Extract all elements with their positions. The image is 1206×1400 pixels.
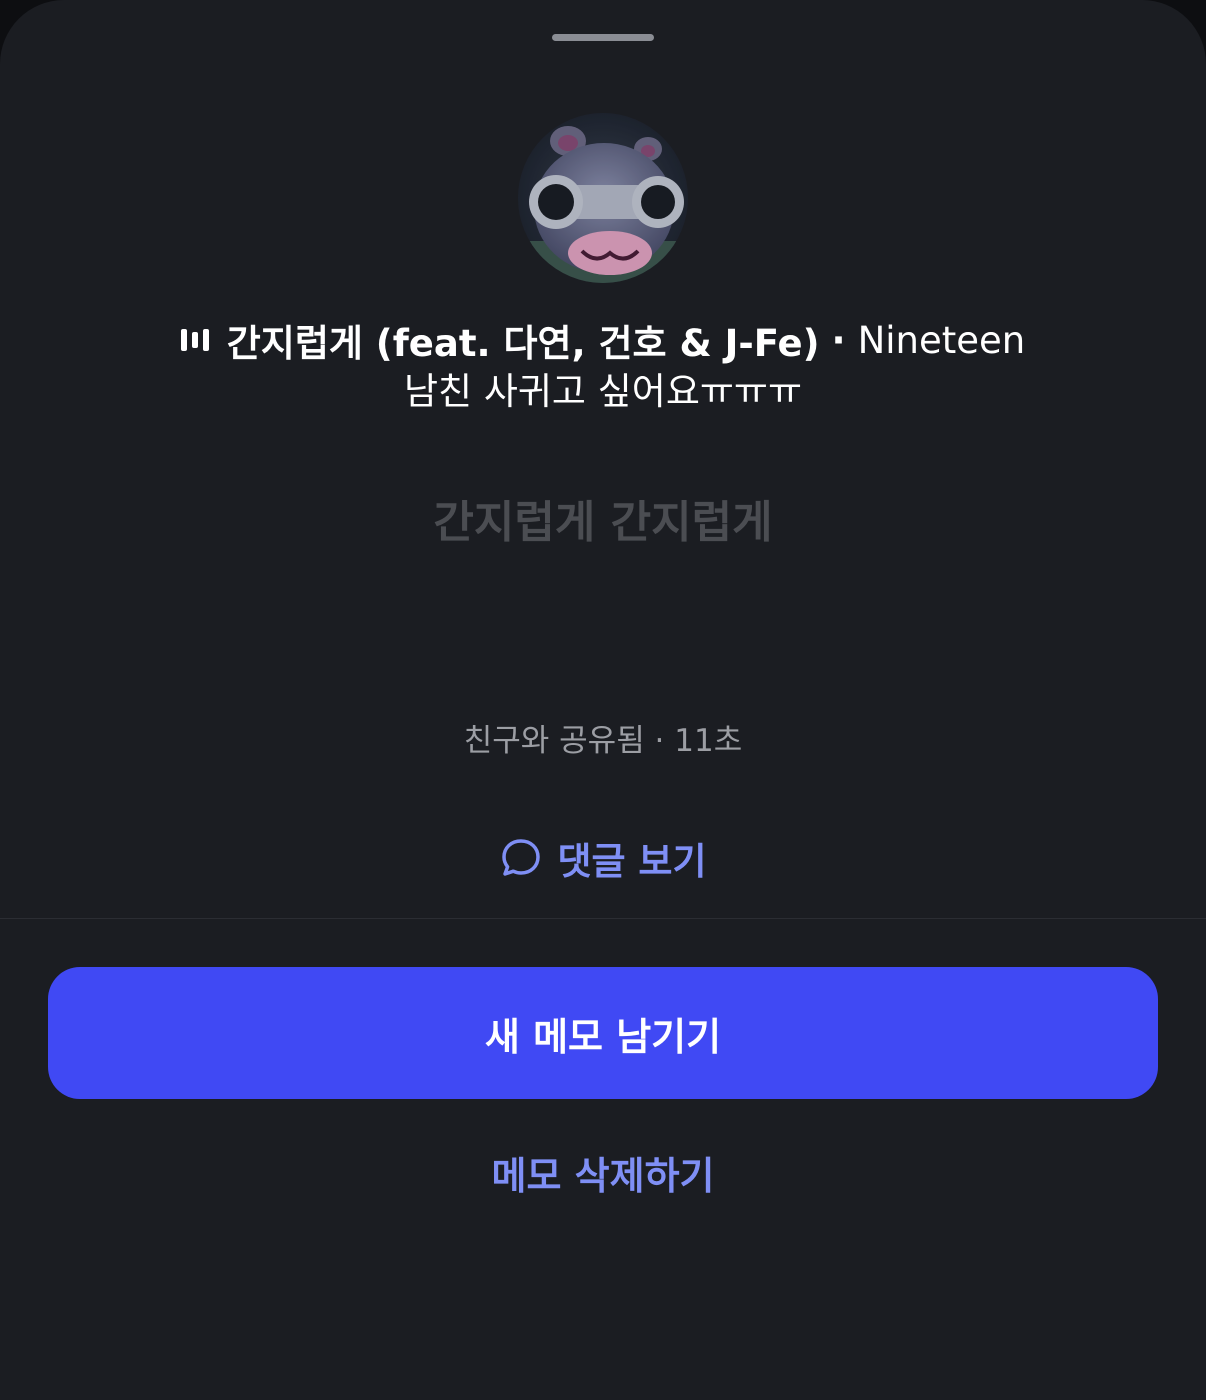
song-separator: · bbox=[831, 318, 846, 362]
sheet-drag-handle[interactable] bbox=[552, 34, 654, 41]
new-memo-button[interactable]: 새 메모 남기기 bbox=[48, 967, 1158, 1099]
view-comments-button[interactable]: 댓글 보기 bbox=[0, 828, 1206, 888]
view-comments-label: 댓글 보기 bbox=[557, 840, 707, 883]
delete-memo-button[interactable]: 메모 삭제하기 bbox=[0, 1146, 1206, 1206]
new-memo-label: 새 메모 남기기 bbox=[484, 1014, 722, 1059]
memo-text: 남친 사귀고 싶어요ㅠㅠㅠ bbox=[404, 370, 802, 413]
song-lyric: 간지럽게 간지럽게 bbox=[433, 497, 773, 548]
speech-bubble-icon bbox=[502, 839, 541, 876]
song-info[interactable]: 간지럽게 (feat. 다연, 건호 & J-Fe) · Nineteen bbox=[0, 312, 1206, 368]
equalizer-icon bbox=[180, 327, 209, 353]
avatar-image bbox=[518, 113, 688, 283]
song-artist: Nineteen bbox=[857, 318, 1026, 362]
divider bbox=[0, 918, 1206, 919]
shared-status: 친구와 공유됨 · 11초 bbox=[463, 723, 743, 759]
bottom-sheet: 간지럽게 (feat. 다연, 건호 & J-Fe) · Nineteen 남친… bbox=[0, 0, 1206, 1400]
song-title: 간지럽게 (feat. 다연, 건호 & J-Fe) bbox=[226, 322, 820, 365]
avatar-icon[interactable] bbox=[518, 113, 688, 283]
